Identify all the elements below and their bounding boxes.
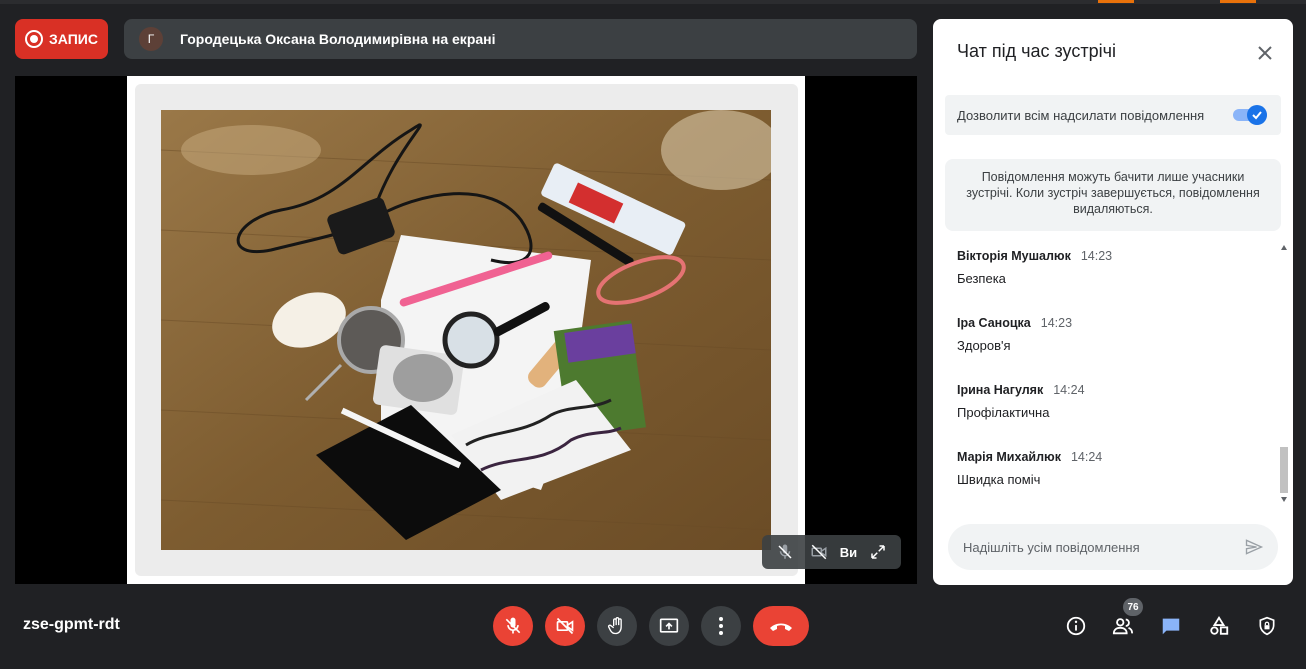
message-sender: Ірина Нагуляк [957, 383, 1044, 397]
tab-indicator [1220, 0, 1256, 3]
check-icon [1247, 105, 1267, 125]
leave-call-button[interactable] [753, 606, 809, 646]
message-text: Швидка поміч [957, 472, 1041, 487]
allow-messages-label: Дозволити всім надсилати повідомлення [957, 107, 1205, 123]
present-button[interactable] [649, 606, 689, 646]
chat-message: Іра Саноцка 14:23 Здоров'я [957, 316, 1072, 353]
chat-title: Чат під час зустрічі [957, 41, 1116, 61]
mic-toggle-button[interactable] [493, 606, 533, 646]
presenter-bar: Г Городецька Оксана Володимирівна на екр… [124, 19, 917, 59]
presenter-text: Городецька Оксана Володимирівна на екран… [180, 31, 496, 47]
message-time: 14:24 [1070, 450, 1103, 464]
message-sender: Іра Саноцка [957, 316, 1031, 330]
mic-off-icon[interactable] [772, 539, 798, 565]
message-text: Безпека [957, 271, 1006, 286]
activities-button[interactable] [1206, 613, 1232, 639]
message-time: 14:23 [1080, 249, 1113, 263]
chat-button[interactable] [1158, 613, 1184, 639]
hangup-icon [770, 623, 792, 631]
recording-label: ЗАПИС [49, 31, 98, 47]
shared-photo-illustration [161, 110, 771, 550]
record-icon [25, 30, 43, 48]
message-time: 14:23 [1040, 316, 1073, 330]
people-icon [1112, 618, 1134, 635]
message-sender: Марія Михайлюк [957, 450, 1061, 464]
chat-info-box: Повідомлення можуть бачити лише учасники… [945, 159, 1281, 231]
shared-photo [161, 110, 771, 550]
allow-messages-toggle[interactable] [1233, 105, 1269, 125]
chat-panel: Чат під час зустрічі Дозволити всім надс… [933, 19, 1293, 585]
raise-hand-icon [607, 617, 622, 635]
scroll-down-icon[interactable] [1281, 497, 1287, 502]
tab-indicator [1098, 0, 1134, 3]
close-icon[interactable] [1253, 41, 1277, 65]
raise-hand-button[interactable] [597, 606, 637, 646]
participants-button[interactable] [1110, 613, 1136, 639]
send-icon[interactable] [1242, 535, 1266, 559]
self-tile-label: Ви [839, 544, 858, 560]
recording-button[interactable]: ЗАПИС [15, 19, 108, 59]
camera-toggle-button[interactable] [545, 606, 585, 646]
chat-message: Ірина Нагуляк 14:24 Профілактична [957, 383, 1085, 420]
scroll-up-icon[interactable] [1281, 245, 1287, 250]
browser-top-strip [0, 0, 1306, 4]
meeting-code: zse-gpmt-rdt [23, 616, 120, 633]
meeting-details-button[interactable] [1063, 613, 1089, 639]
message-text: Профілактична [957, 405, 1050, 420]
chat-message: Марія Михайлюк 14:24 Швидка поміч [957, 450, 1102, 487]
mic-off-icon [505, 617, 521, 634]
host-controls-icon [1259, 616, 1275, 636]
activities-icon [1210, 616, 1229, 635]
more-icon [719, 617, 723, 635]
more-options-button[interactable] [701, 606, 741, 646]
scroll-thumb[interactable] [1280, 447, 1288, 493]
host-controls-button[interactable] [1254, 613, 1280, 639]
message-time: 14:24 [1053, 383, 1085, 397]
participants-count-badge: 76 [1123, 598, 1143, 616]
message-list: Вікторія Мушалюк 14:23 Безпека Іра Саноц… [933, 241, 1293, 511]
fullscreen-icon[interactable] [865, 539, 891, 565]
compose-box [948, 524, 1278, 570]
self-tile-controls: Ви [762, 535, 901, 569]
chat-icon [1162, 618, 1180, 635]
message-text: Здоров'я [957, 338, 1011, 353]
camera-off-icon[interactable] [806, 539, 832, 565]
presenter-avatar: Г [139, 27, 163, 51]
chat-message: Вікторія Мушалюк 14:23 Безпека [957, 249, 1112, 286]
message-sender: Вікторія Мушалюк [957, 249, 1071, 263]
message-scrollbar[interactable] [1278, 241, 1290, 509]
allow-messages-row: Дозволити всім надсилати повідомлення [945, 95, 1281, 135]
present-icon [659, 618, 679, 633]
camera-off-icon [556, 617, 574, 635]
info-icon [1066, 616, 1086, 636]
message-input[interactable] [963, 539, 1233, 555]
